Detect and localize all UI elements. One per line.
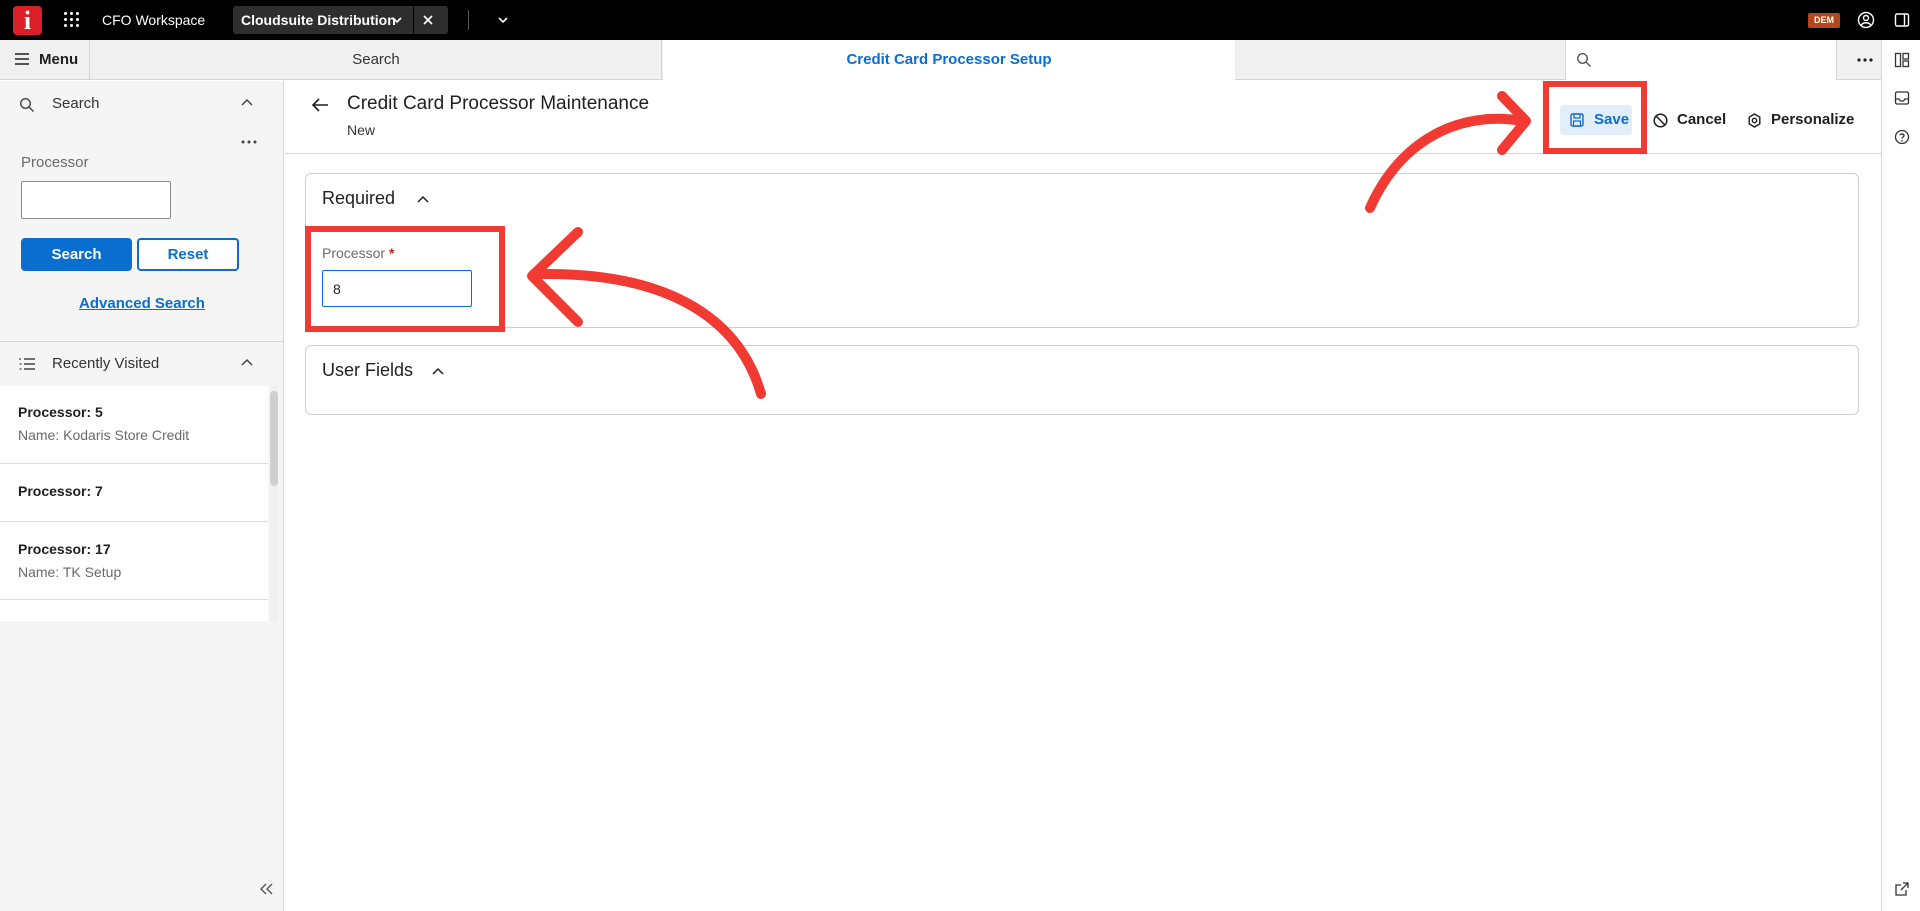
user-fields-section: User Fields xyxy=(305,345,1859,415)
hamburger-icon xyxy=(15,53,29,65)
tabs-dropdown-icon[interactable] xyxy=(496,13,510,27)
list-icon xyxy=(19,358,35,370)
divider xyxy=(468,10,469,30)
search-section-header[interactable]: Search xyxy=(0,81,284,123)
tab-credit-card-processor-setup[interactable]: Credit Card Processor Setup xyxy=(663,40,1235,81)
app-launcher-icon[interactable] xyxy=(64,12,80,28)
page-subtitle: New xyxy=(347,122,376,138)
search-button[interactable]: Search xyxy=(21,238,132,271)
app-tab[interactable]: Cloudsuite Distribution xyxy=(233,6,448,34)
advanced-search-link[interactable]: Advanced Search xyxy=(0,295,284,312)
required-marker: * xyxy=(389,245,395,261)
recently-visited-header[interactable]: Recently Visited xyxy=(0,342,284,384)
processor-filter-label: Processor xyxy=(21,154,89,171)
divider xyxy=(285,153,1881,154)
save-button[interactable]: Save xyxy=(1560,105,1632,135)
chevron-up-icon[interactable] xyxy=(431,366,445,376)
global-search-input[interactable] xyxy=(1600,48,1828,72)
save-icon xyxy=(1570,113,1584,127)
side-panel-icon[interactable] xyxy=(1894,12,1910,28)
app-tab-label: Cloudsuite Distribution xyxy=(241,12,396,28)
processor-field-label: Processor * xyxy=(322,245,394,261)
list-item[interactable]: Processor: 7 xyxy=(0,464,268,522)
more-options-icon[interactable] xyxy=(240,137,258,147)
chevron-up-icon[interactable] xyxy=(240,97,254,109)
menu-label: Menu xyxy=(39,51,79,68)
back-arrow-icon[interactable] xyxy=(311,97,329,113)
save-label: Save xyxy=(1594,111,1630,128)
external-link-icon[interactable] xyxy=(1894,881,1910,897)
chevron-up-icon[interactable] xyxy=(240,357,254,369)
search-section-title: Search xyxy=(52,95,100,112)
recent-item-title: Processor: 17 xyxy=(18,541,111,557)
more-options-icon[interactable] xyxy=(1855,52,1875,68)
recent-item-subtitle: Name: Kodaris Store Credit xyxy=(18,427,190,443)
recent-item-title: Processor: 5 xyxy=(18,404,103,420)
workspace-label[interactable]: CFO Workspace xyxy=(102,12,205,28)
required-section-title[interactable]: Required xyxy=(322,188,395,209)
processor-field[interactable] xyxy=(322,270,472,307)
page-title: Credit Card Processor Maintenance xyxy=(347,93,650,114)
personalize-button[interactable]: Personalize xyxy=(1747,105,1857,135)
menu-button[interactable]: Menu xyxy=(0,40,90,80)
tab-search[interactable]: Search xyxy=(91,40,662,80)
main-content: Credit Card Processor Maintenance New Sa… xyxy=(285,81,1881,911)
user-fields-section-title[interactable]: User Fields xyxy=(322,360,413,381)
recent-item-subtitle: Name: TK Setup xyxy=(18,564,122,580)
close-icon[interactable] xyxy=(421,13,435,27)
cancel-label: Cancel xyxy=(1677,111,1727,128)
chevron-down-icon[interactable] xyxy=(390,13,404,27)
tab-divider xyxy=(413,6,414,34)
cancel-button[interactable]: Cancel xyxy=(1653,105,1733,135)
top-bar: i CFO Workspace Cloudsuite Distribution … xyxy=(0,0,1920,40)
nav-bar: Menu Search Credit Card Processor Setup xyxy=(0,40,1920,81)
layout-icon[interactable] xyxy=(1894,52,1910,68)
personalize-label: Personalize xyxy=(1771,111,1855,128)
search-icon xyxy=(1576,52,1591,67)
cancel-icon xyxy=(1653,113,1668,128)
chevron-up-icon[interactable] xyxy=(416,194,430,204)
search-panel: Search Processor Search Reset Advanced S… xyxy=(0,81,284,911)
right-rail xyxy=(1881,40,1920,911)
recently-visited-title: Recently Visited xyxy=(52,355,160,372)
collapse-panel-icon[interactable] xyxy=(258,882,274,896)
list-item[interactable]: Processor: 5 Name: Kodaris Store Credit xyxy=(0,386,268,464)
help-icon[interactable] xyxy=(1894,129,1910,145)
tenant-badge[interactable]: DEM xyxy=(1808,13,1840,28)
recently-visited-list: Processor: 5 Name: Kodaris Store Credit … xyxy=(0,386,268,621)
settings-icon xyxy=(1748,113,1761,128)
required-section: Required Processor * xyxy=(305,173,1859,328)
inbox-icon[interactable] xyxy=(1894,90,1910,106)
user-profile-icon[interactable] xyxy=(1857,11,1875,29)
scrollbar[interactable] xyxy=(270,386,278,621)
scrollbar-thumb[interactable] xyxy=(270,391,278,486)
app-logo[interactable]: i xyxy=(13,6,42,35)
processor-label-text: Processor xyxy=(322,245,386,261)
reset-button[interactable]: Reset xyxy=(137,238,239,271)
search-icon xyxy=(19,97,34,112)
recent-item-title: Processor: 7 xyxy=(18,483,103,499)
global-search[interactable] xyxy=(1565,40,1837,80)
list-item[interactable]: Processor: 17 Name: TK Setup xyxy=(0,522,268,600)
processor-filter-input[interactable] xyxy=(21,181,171,219)
